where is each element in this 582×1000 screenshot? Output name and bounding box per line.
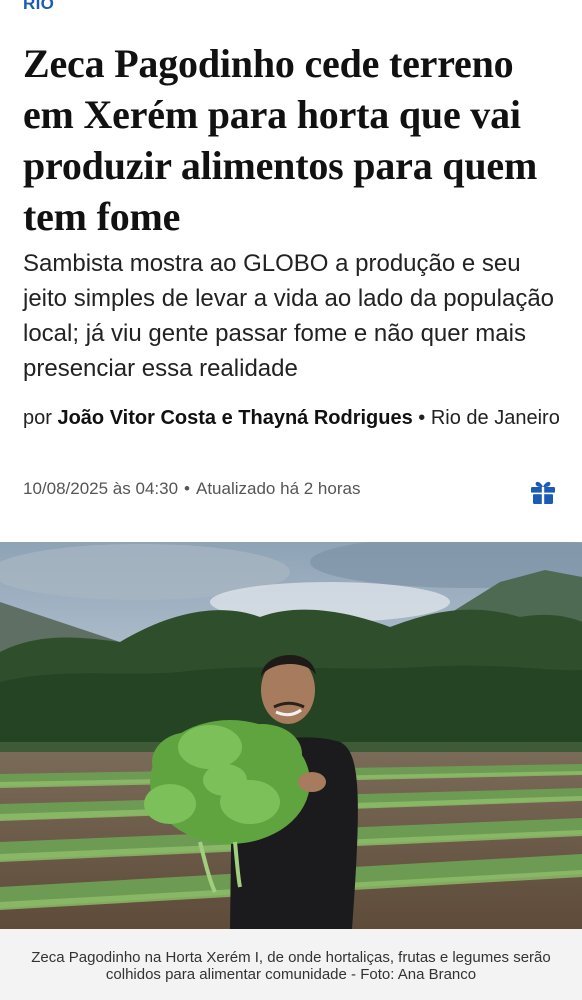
article-photo[interactable] <box>0 542 582 929</box>
article-subtitle: Sambista mostra ao GLOBO a produção e se… <box>23 250 555 382</box>
photo-caption: Zeca Pagodinho na Horta Xerém I, de onde… <box>31 949 551 983</box>
published-date: 10/08/2025 às 04:30 <box>23 479 179 498</box>
section-label[interactable]: RIO <box>23 0 54 14</box>
article-headline: Zeca Pagodinho cede terreno em Xerém par… <box>23 41 538 239</box>
byline-authors[interactable]: João Vitor Costa e Thayná Rodrigues <box>57 407 412 429</box>
byline: por João Vitor Costa e Thayná Rodrigues … <box>23 404 568 433</box>
gift-icon[interactable] <box>528 476 558 506</box>
updated-value: há 2 horas <box>280 479 361 498</box>
meta-separator: • <box>184 479 190 498</box>
byline-prefix: por <box>23 407 52 429</box>
photo-caption-bar: Zeca Pagodinho na Horta Xerém I, de onde… <box>0 929 582 1000</box>
updated-label: Atualizado <box>195 479 276 498</box>
article-timestamps: 10/08/2025 às 04:30 • Atualizado há 2 hora… <box>23 479 360 499</box>
byline-location: • Rio de Janeiro <box>418 407 560 429</box>
